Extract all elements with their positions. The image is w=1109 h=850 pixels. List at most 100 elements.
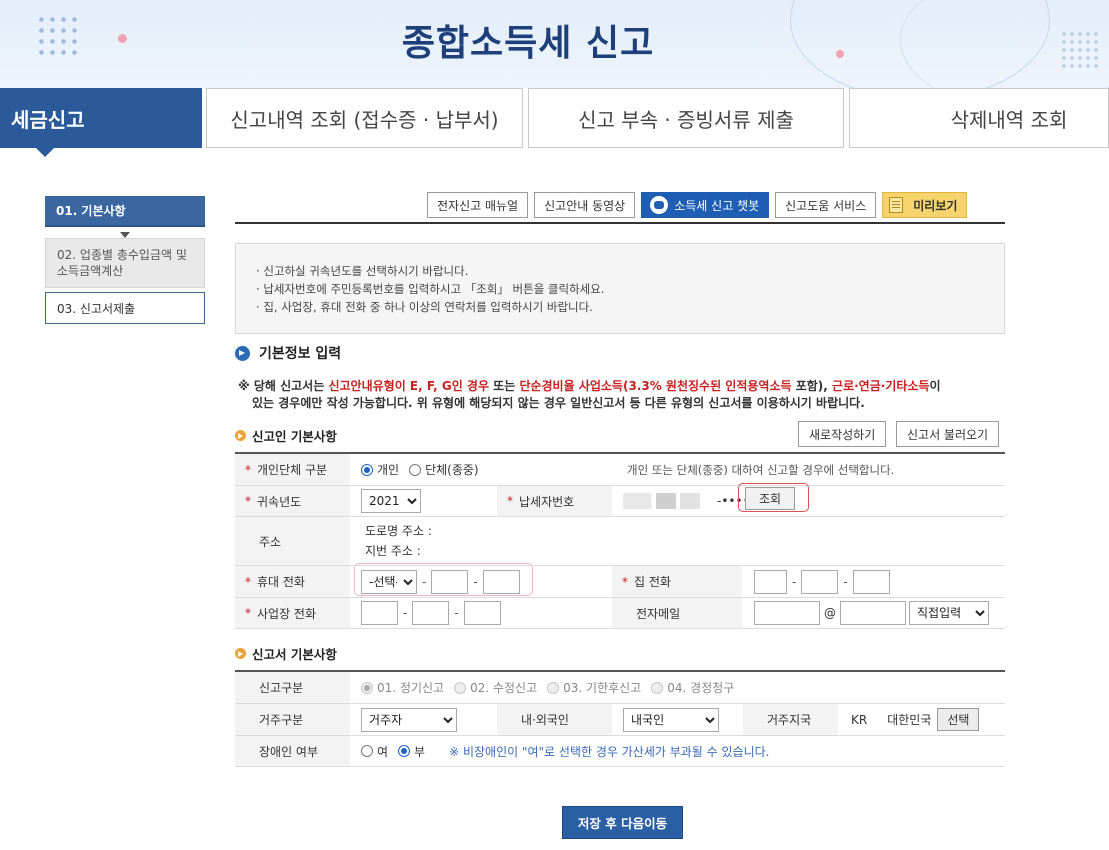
work-cell: - - [361,598,621,628]
radio-personal[interactable] [361,463,373,476]
radio-kind-late[interactable] [547,681,560,694]
new-form-button[interactable]: 새로작성하기 [798,421,887,447]
step-submit[interactable]: 03. 신고서제출 [45,292,205,324]
form-row: * 사업장 전화 - - 전자메일 @ 직접입력 [235,598,1005,629]
radio-disabled-no[interactable] [398,745,411,757]
warning-text: 있는 경우에만 작성 가능합니다. 위 유형에 해당되지 않는 경우 일반신고서… [252,396,865,410]
road-address: 도로명 주소 : [365,524,432,538]
warning-text: ※ 당해 신고서는 [238,379,329,393]
address-label: 주소 [235,517,350,565]
lookup-highlight [738,483,809,512]
home-cell: - - [754,566,994,597]
dash: - [403,606,408,620]
type-radios: 개인 단체(종중) [361,454,611,485]
page-header: 종합소득세 신고 [0,0,1109,88]
chatbot-button[interactable]: 소득세 신고 챗봇 [641,192,770,218]
step-basic-info[interactable]: 01. 기본사항 [45,196,205,227]
radio-kind-regular[interactable] [361,681,373,694]
label-text: 개인단체 구분 [257,463,328,477]
bullet-icon [235,430,246,441]
radio-label: 01. 정기신고 [377,681,445,695]
filer-title-label: 신고인 기본사항 [252,429,337,444]
taxpayer-cell: -•••••• [623,486,843,516]
home-area-input[interactable] [754,569,787,594]
tab-attachments[interactable]: 신고 부속 · 증빙서류 제출 [528,88,844,148]
country-cell: KR 대한민국 선택 [851,704,1005,735]
home-last-input[interactable] [852,569,890,594]
label-text: 집 전화 [634,575,671,589]
radio-label: 여 [377,744,389,759]
radio-group[interactable] [409,463,422,476]
nationality-label: 내·외국인 [497,704,612,735]
year-label: * 귀속년도 [235,486,350,516]
kind-label: 신고구분 [235,672,350,703]
email-at: @ [824,606,836,620]
manual-button[interactable]: 전자신고 매뉴얼 [427,192,529,218]
radio-kind-amended[interactable] [454,681,467,694]
email-domain-input[interactable] [840,601,906,625]
report-section-title: 신고서 기본사항 [235,644,337,663]
work-area-input[interactable] [361,601,398,625]
divider [235,222,1005,224]
country-code: KR [851,712,868,727]
taxpayer-label: * 납세자번호 [497,486,612,516]
help-service-button[interactable]: 신고도움 서비스 [775,192,877,218]
type-help-text: 개인 또는 단체(종중) 대하여 신고할 경우에 선택합니다. [627,462,895,477]
form-row: * 개인단체 구분 개인 단체(종중) 개인 또는 단체(종중) 대하여 신고할 … [235,454,1005,486]
work-last-input[interactable] [463,601,501,625]
label-text: 귀속년도 [257,494,302,509]
page-title: 종합소득세 신고 [401,23,655,64]
load-form-button[interactable]: 신고서 불러오기 [896,421,1000,447]
label-text: 사업장 전화 [257,606,317,621]
residence-label: 거주구분 [235,704,350,735]
home-label: * 집 전화 [612,566,742,597]
year-cell: 2021 [361,486,491,516]
filer-section-title: 신고인 기본사항 [235,426,337,445]
chatbot-label: 소득세 신고 챗봇 [674,198,760,213]
preview-label: 미리보기 [913,198,958,213]
dash: - [454,606,459,620]
disabled-cell: 여 부 ※ 비장애인이 "여"로 선택한 경우 가산세가 부과될 수 있습니다. [361,736,1001,766]
decor-dots [1060,30,1100,70]
step-income-calc[interactable]: 02. 업종별 총수입금액 및 소득금액계산 [45,238,205,288]
radio-label: 개인 [377,463,400,477]
tab-filing-history[interactable]: 신고내역 조회 (접수증 · 납부서) [206,88,523,148]
notice-item: 집, 사업장, 휴대 전화 중 하나 이상의 연락처를 입력하시기 바랍니다. [256,298,984,316]
address-cell: 도로명 주소 : 지번 주소 : [365,517,765,565]
document-icon [889,197,904,213]
radio-label: 부 [414,744,426,759]
residence-select[interactable]: 거주자 [361,707,457,732]
label-text: 휴대 전화 [257,575,305,589]
preview-button[interactable]: 미리보기 [882,192,968,218]
residence-cell: 거주자 [361,704,491,735]
home-middle-input[interactable] [801,569,839,594]
email-domain-select[interactable]: 직접입력 [909,601,989,625]
nationality-select[interactable]: 내국인 [623,707,719,732]
country-name: 대한민국 [887,713,932,727]
help-toolbar: 전자신고 매뉴얼 신고안내 동영상 소득세 신고 챗봇 신고도움 서비스 미리보… [427,192,968,218]
work-middle-input[interactable] [412,601,450,625]
country-select-button[interactable]: 선택 [937,708,980,731]
country-label: 거주지국 [743,704,838,735]
tab-tax-filing[interactable]: 세금신고 [0,88,202,157]
report-form: 신고구분 01. 정기신고 02. 수정신고 03. 기한후신고 04. 경정청… [235,670,1005,767]
notice-item: 신고하실 귀속년도를 선택하시기 바랍니다. [256,262,984,280]
radio-label: 03. 기한후신고 [563,681,642,695]
save-next-button[interactable]: 저장 후 다음이동 [562,806,683,839]
email-id-input[interactable] [754,601,820,625]
year-select[interactable]: 2021 [361,489,421,513]
warning-highlight: 신고안내유형이 E, F, G인 경우 [328,379,489,393]
radio-kind-refund[interactable] [651,681,664,694]
notice-box: 신고하실 귀속년도를 선택하시기 바랍니다. 납세자번호에 주민등록번호를 입력… [235,243,1005,334]
lot-address: 지번 주소 : [365,544,421,558]
warning-text: 이 [929,379,941,393]
video-button[interactable]: 신고안내 동영상 [534,192,636,218]
form-row: 신고구분 01. 정기신고 02. 수정신고 03. 기한후신고 04. 경정청… [235,672,1005,704]
chatbot-icon [650,196,669,214]
tab-deleted-history[interactable]: 삭제내역 조회 [849,88,1109,148]
nationality-cell: 내국인 [623,704,743,735]
dash: - [843,574,848,589]
radio-disabled-yes[interactable] [361,745,373,757]
mobile-highlight [354,563,533,596]
warning-highlight: 근로·연금·기타소득 [832,379,930,393]
